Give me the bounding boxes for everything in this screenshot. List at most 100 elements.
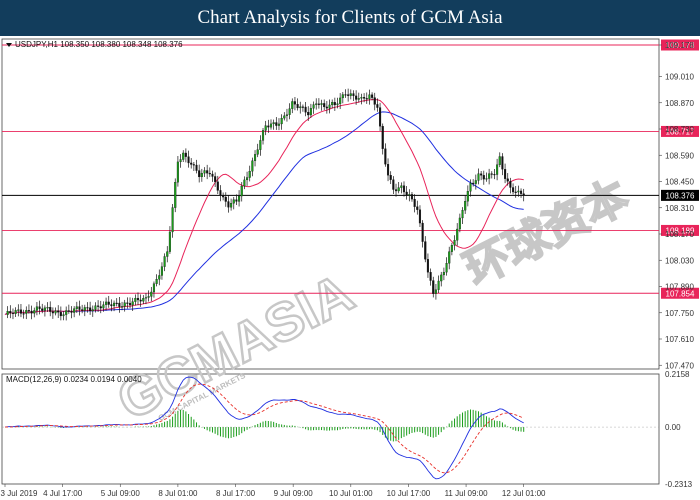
ma-slow-line: [4, 111, 524, 316]
price-chart[interactable]: GCMASIAGCM CAPITAL MARKETS环球资本 109.17810…: [0, 36, 700, 500]
candle-body: [490, 173, 493, 175]
candle-body: [421, 222, 424, 242]
candle-body: [400, 185, 403, 188]
time-tick-label: 9 Jul 09:00: [274, 489, 314, 498]
candle-body: [49, 307, 52, 312]
candle-body: [206, 170, 209, 174]
symbol-info: USDJPY,H1 108.350 108.380 108.348 108.37…: [15, 40, 183, 49]
candle-body: [253, 154, 257, 161]
time-tick-label: 10 Jul 01:00: [329, 489, 373, 498]
candle-body: [30, 310, 33, 314]
price-tick-label: 108.310: [665, 204, 694, 213]
candle-body: [25, 310, 28, 314]
candle-body: [480, 173, 483, 176]
candle-body: [70, 311, 73, 313]
macd-tick-label: 0.00: [665, 423, 681, 432]
candle-body: [517, 190, 520, 193]
candle-body: [437, 280, 440, 290]
candle-body: [392, 179, 395, 190]
candle-body: [504, 169, 507, 179]
candle-body: [365, 98, 368, 100]
candle-body: [136, 297, 140, 301]
candle-body: [509, 181, 512, 188]
candle-body: [192, 164, 195, 166]
candle-body: [472, 182, 475, 184]
candle-body: [222, 195, 225, 198]
candle-body: [155, 279, 158, 284]
watermark: GCMASIAGCM CAPITAL MARKETS环球资本: [107, 170, 637, 433]
candle-body: [328, 104, 331, 109]
candle-body: [6, 311, 9, 315]
candle-body: [150, 291, 153, 297]
candle-body: [174, 182, 177, 208]
candle-body: [54, 310, 57, 314]
candle-body: [131, 301, 134, 306]
candle-body: [496, 164, 499, 175]
candle-body: [307, 112, 310, 116]
candle-body: [256, 149, 259, 155]
candle-body: [363, 97, 366, 99]
candle-body: [107, 301, 110, 305]
candle-body: [424, 241, 427, 260]
candle-body: [368, 94, 371, 100]
candle-body: [482, 175, 485, 180]
candle-body: [304, 106, 307, 113]
macd-info: MACD(12,26,9) 0.0234 0.0194 0.0040: [6, 375, 142, 384]
candle-body: [384, 148, 387, 165]
macd-tick-label: -0.2313: [665, 480, 693, 489]
candle-body: [67, 310, 70, 312]
candle-body: [41, 308, 44, 311]
candle-body: [405, 191, 408, 196]
candle-body: [301, 106, 304, 108]
candle-body: [410, 194, 414, 200]
candle-body: [488, 173, 491, 179]
candle-body: [179, 159, 182, 163]
candle-body: [33, 310, 36, 314]
candle-body: [65, 310, 68, 315]
candle-body: [264, 125, 267, 131]
candle-body: [182, 152, 185, 160]
candle-body: [317, 103, 320, 105]
candle-body: [445, 263, 448, 273]
candle-body: [402, 185, 406, 193]
candle-body: [94, 305, 97, 310]
candle-body: [312, 104, 315, 109]
macd-panel-frame: [1, 373, 660, 485]
watermark-cn: 环球资本: [457, 171, 636, 295]
candle-body: [267, 125, 270, 128]
time-tick-label: 11 Jul 09:00: [445, 489, 489, 498]
candle-body: [261, 130, 265, 141]
candle-body: [288, 108, 291, 115]
candle-body: [333, 102, 336, 106]
candle-body: [57, 310, 60, 313]
candle-body: [493, 174, 496, 176]
candle-body: [418, 209, 422, 224]
candle-body: [355, 95, 358, 100]
candle-body: [498, 156, 501, 165]
candle-body: [373, 97, 376, 105]
price-tick-label: 108.170: [665, 230, 694, 239]
candle-body: [184, 152, 187, 157]
candle-body: [62, 314, 65, 317]
candle-body: [259, 140, 262, 150]
candle-body: [408, 194, 411, 196]
candle-body: [299, 106, 302, 109]
watermark-brand: GCMASIA: [108, 262, 362, 431]
candle-body: [46, 307, 49, 309]
candle-body: [272, 122, 275, 125]
candle-body: [315, 103, 318, 105]
price-axis: 109.178 109.010 108.870 108.730 108.590 108.4…: [659, 41, 694, 370]
candle-body: [22, 313, 25, 315]
candle-body: [224, 196, 227, 202]
candle-body: [360, 97, 363, 99]
candle-body: [160, 266, 163, 276]
candle-body: [394, 189, 398, 192]
candle-body: [280, 117, 283, 125]
candle-body: [477, 173, 480, 181]
candle-body: [243, 179, 246, 187]
time-tick-label: 10 Jul 17:00: [387, 489, 431, 498]
candle-body: [240, 185, 243, 197]
candle-body: [75, 306, 78, 309]
candle-body: [293, 101, 296, 105]
candle-body: [434, 289, 437, 294]
